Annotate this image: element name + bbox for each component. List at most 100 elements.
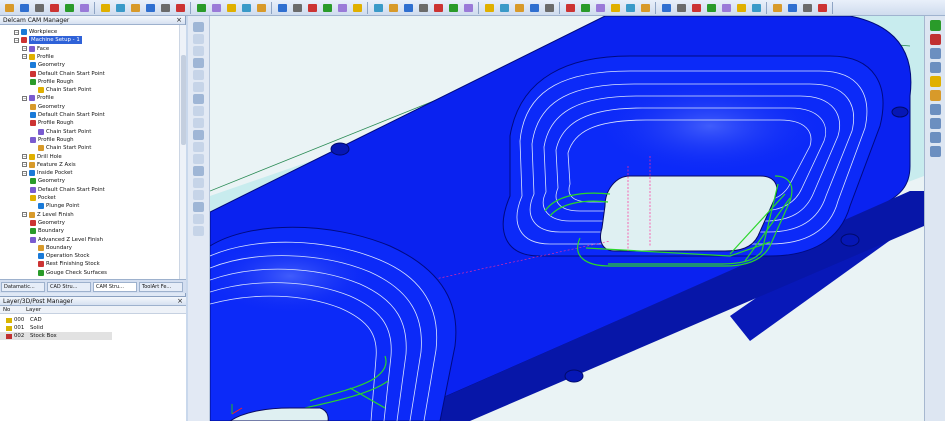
tree-item[interactable]: − Profile [22,53,54,61]
right-tool-icon[interactable] [930,90,941,101]
toolbar-tool-icon[interactable] [305,1,319,14]
tree-item[interactable]: Operation Stock [38,252,89,260]
toolbar-tool-icon[interactable] [578,1,592,14]
tree-item[interactable]: Pocket [30,194,56,202]
toolbar-tool-icon[interactable] [143,1,157,14]
tree-item[interactable]: − Z Level Finish [22,211,74,219]
view-tool-icon[interactable] [193,34,204,44]
right-tool-icon[interactable] [930,48,941,59]
tree-item[interactable]: Chain Start Point [38,128,91,136]
toolbar-tool-icon[interactable] [734,1,748,14]
tree-item[interactable]: Geometry [30,177,65,185]
view-tool-icon[interactable] [193,22,204,32]
toolbar-tool-icon[interactable] [335,1,349,14]
toolbar-tool-icon[interactable] [674,1,688,14]
tree-expander-icon[interactable]: − [22,154,27,159]
tree-item[interactable]: Boundary [30,227,64,235]
view-tool-icon[interactable] [193,82,204,92]
right-tool-icon[interactable] [930,132,941,143]
tree-item[interactable]: Chain Start Point [38,86,91,94]
toolbar-tool-icon[interactable] [77,1,91,14]
tree-item[interactable]: Geometry [30,219,65,227]
toolbar-tool-icon[interactable] [542,1,556,14]
toolbar-tool-icon[interactable] [401,1,415,14]
toolbar-tool-icon[interactable] [719,1,733,14]
toolbar-tool-icon[interactable] [497,1,511,14]
tree-item[interactable]: Default Chain Start Point [30,70,105,78]
view-tool-icon[interactable] [193,118,204,128]
layer-col-no[interactable]: No [0,306,26,313]
view-tool-icon[interactable] [193,226,204,236]
toolbar-tool-icon[interactable] [638,1,652,14]
right-tool-icon[interactable] [930,62,941,73]
panel-tab[interactable]: CAD Stru... [47,282,91,292]
tree-item[interactable]: Gouge Check Surfaces [38,269,107,277]
right-tool-icon[interactable] [930,104,941,115]
panel-tab[interactable]: CAM Stru... [93,282,137,292]
toolbar-tool-icon[interactable] [431,1,445,14]
tree-item[interactable]: Default Chain Start Point [30,186,105,194]
toolbar-tool-icon[interactable] [749,1,763,14]
tree-item[interactable]: Profile Rough [30,78,74,86]
toolbar-tool-icon[interactable] [461,1,475,14]
panel-tab[interactable]: Datamatic... [1,282,45,292]
scrollbar-thumb[interactable] [181,55,186,145]
toolbar-tool-icon[interactable] [254,1,268,14]
toolbar-tool-icon[interactable] [275,1,289,14]
toolbar-tool-icon[interactable] [785,1,799,14]
toolbar-tool-icon[interactable] [482,1,496,14]
view-tool-icon[interactable] [193,130,204,140]
toolbar-tool-icon[interactable] [527,1,541,14]
toolbar-tool-icon[interactable] [47,1,61,14]
tree-expander-icon[interactable]: − [22,162,27,168]
toolbar-tool-icon[interactable] [815,1,829,14]
tree-expander-icon[interactable]: − [22,170,27,176]
toolbar-tool-icon[interactable] [17,1,31,14]
view-tool-icon[interactable] [193,178,204,188]
tree-expander-icon[interactable]: − [14,37,19,43]
toolbar-tool-icon[interactable] [173,1,187,14]
toolbar-tool-icon[interactable] [320,1,334,14]
close-icon[interactable]: × [176,16,182,24]
graphics-viewport[interactable] [210,16,924,421]
toolbar-tool-icon[interactable] [446,1,460,14]
tree-expander-icon[interactable]: − [22,212,27,218]
view-tool-icon[interactable] [193,46,204,56]
right-tool-icon[interactable] [930,118,941,129]
toolbar-tool-icon[interactable] [800,1,814,14]
toolbar-tool-icon[interactable] [770,1,784,14]
toolbar-tool-icon[interactable] [224,1,238,14]
toolbar-tool-icon[interactable] [290,1,304,14]
tree-item[interactable]: Profile Rough [30,119,74,127]
layer-col-layer[interactable]: Layer [26,306,41,313]
view-tool-icon[interactable] [193,94,204,104]
view-tool-icon[interactable] [193,214,204,224]
right-tool-icon[interactable] [930,76,941,87]
tree-item[interactable]: − Profile [22,94,54,102]
close-icon[interactable]: × [177,297,183,305]
toolbar-tool-icon[interactable] [659,1,673,14]
tree-item[interactable]: Rest Finishing Stock [38,260,100,268]
toolbar-tool-icon[interactable] [239,1,253,14]
toolbar-tool-icon[interactable] [98,1,112,14]
tree-item[interactable]: Geometry [30,61,65,69]
toolbar-tool-icon[interactable] [593,1,607,14]
tree-item[interactable]: Chain Start Point [38,144,91,152]
tree-item[interactable]: − Face [22,45,49,53]
toolbar-tool-icon[interactable] [113,1,127,14]
tree-item[interactable]: − Feature Z Axis [22,161,76,169]
toolbar-tool-icon[interactable] [608,1,622,14]
tree-scrollbar[interactable] [179,25,186,279]
tree-item[interactable]: Boundary [38,244,72,252]
view-tool-icon[interactable] [193,154,204,164]
view-tool-icon[interactable] [193,202,204,212]
toolbar-tool-icon[interactable] [416,1,430,14]
tree-item[interactable]: − Machine Setup - 1 [14,36,82,45]
toolbar-tool-icon[interactable] [563,1,577,14]
tree-item[interactable]: Plunge Point [38,202,79,210]
view-tool-icon[interactable] [193,166,204,176]
toolbar-tool-icon[interactable] [386,1,400,14]
tree-item[interactable]: Advanced Z Level Finish [30,236,103,244]
tree-item[interactable]: − Workpiece [14,28,57,36]
view-tool-icon[interactable] [193,106,204,116]
